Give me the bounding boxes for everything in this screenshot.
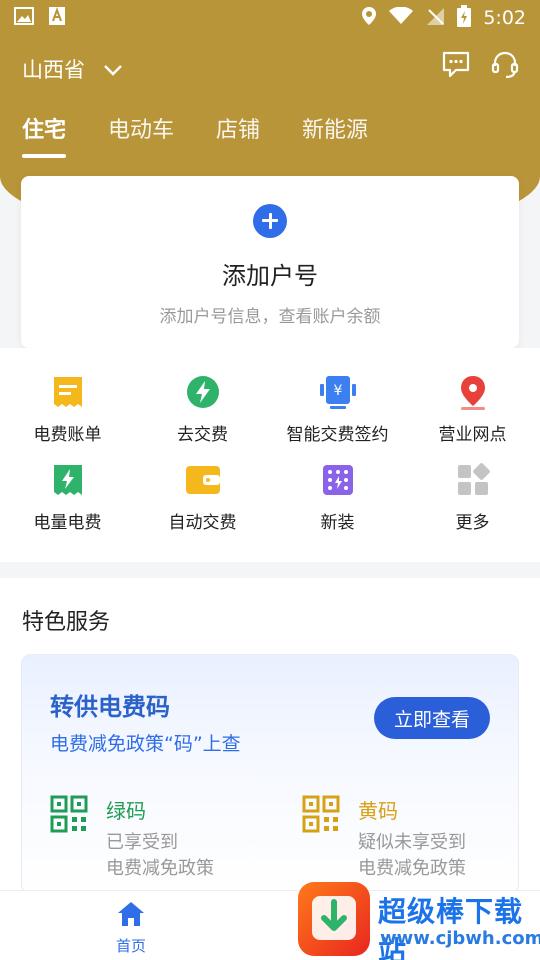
grid-item-more[interactable]: 更多 bbox=[405, 456, 540, 544]
yellow-code-desc-1: 疑似未享受到 bbox=[358, 832, 466, 853]
power-code-subtitle: 电费减免政策“码”上查 bbox=[50, 733, 241, 755]
status-time: 5:02 bbox=[483, 7, 526, 29]
add-account-subtitle: 添加户号信息，查看账户余额 bbox=[159, 307, 381, 327]
special-services-section: 特色服务 转供电费码 电费减免政策“码”上查 立即查看 绿码 已享受到 电费减免… bbox=[0, 578, 540, 898]
grid-label-autopay: 自动交费 bbox=[168, 513, 237, 533]
watermark-url: www.cjbwh.com bbox=[380, 928, 540, 949]
add-account-card[interactable]: 添加户号 添加户号信息，查看账户余额 bbox=[21, 176, 519, 348]
meter-icon bbox=[320, 462, 356, 498]
category-tabs: 住宅 电动车 店铺 新能源 bbox=[22, 112, 368, 158]
grid-item-usage[interactable]: 电量电费 bbox=[0, 456, 135, 544]
power-code-card[interactable]: 转供电费码 电费减免政策“码”上查 立即查看 绿码 已享受到 电费减免政策 黄码… bbox=[21, 654, 519, 894]
electricity-icon bbox=[50, 462, 86, 498]
battery-icon bbox=[457, 5, 472, 31]
tab-shop[interactable]: 店铺 bbox=[216, 112, 260, 156]
yellow-code-name: 黄码 bbox=[358, 799, 398, 823]
special-services-title: 特色服务 bbox=[22, 610, 111, 635]
service-grid: 电费账单 去交费 ¥ 智能交费签约 营业网点 电量电费 自动交费 新装 更多 bbox=[0, 368, 540, 558]
svg-text:¥: ¥ bbox=[333, 383, 342, 399]
nav-home-label: 首页 bbox=[116, 937, 147, 955]
view-now-button[interactable]: 立即查看 bbox=[374, 697, 490, 739]
location-pin-icon bbox=[455, 374, 491, 410]
more-icon bbox=[455, 462, 491, 498]
province-selector[interactable]: 山西省 bbox=[22, 54, 123, 84]
grid-item-new-install[interactable]: 新装 bbox=[270, 456, 405, 544]
power-code-title: 转供电费码 bbox=[50, 693, 170, 721]
home-icon bbox=[117, 901, 145, 931]
grid-item-pay[interactable]: 去交费 bbox=[135, 368, 270, 456]
grid-item-outlets[interactable]: 营业网点 bbox=[405, 368, 540, 456]
message-icon[interactable] bbox=[442, 50, 470, 84]
no-signal-icon bbox=[425, 6, 445, 30]
grid-item-bill[interactable]: 电费账单 bbox=[0, 368, 135, 456]
tab-residential[interactable]: 住宅 bbox=[22, 112, 67, 158]
location-icon bbox=[361, 6, 377, 30]
add-account-title: 添加户号 bbox=[222, 262, 318, 290]
font-icon bbox=[48, 6, 66, 30]
add-plus-icon bbox=[253, 204, 287, 238]
grid-item-autopay[interactable]: 自动交费 bbox=[135, 456, 270, 544]
top-bar: 山西省 bbox=[0, 44, 540, 92]
bill-icon bbox=[50, 374, 86, 410]
grid-label-smart-pay: 智能交费签约 bbox=[286, 425, 389, 445]
watermark-logo-icon bbox=[298, 882, 370, 956]
grid-label-more: 更多 bbox=[455, 513, 490, 533]
lightning-pay-icon bbox=[185, 374, 221, 410]
wallet-icon bbox=[185, 462, 221, 498]
watermark-text: 超级棒下载站 bbox=[378, 895, 524, 960]
yellow-qr-icon bbox=[302, 795, 340, 882]
grid-label-usage: 电量电费 bbox=[33, 513, 102, 533]
green-code-name: 绿码 bbox=[106, 799, 146, 823]
green-code-desc-2: 电费减免政策 bbox=[106, 858, 214, 879]
yellow-code-item[interactable]: 黄码 疑似未享受到 电费减免政策 bbox=[302, 795, 466, 882]
wifi-icon bbox=[389, 6, 414, 29]
tab-new-energy[interactable]: 新能源 bbox=[302, 112, 368, 156]
customer-service-icon[interactable] bbox=[490, 50, 520, 84]
watermark: 超级棒下载站 www.cjbwh.com bbox=[298, 880, 540, 960]
grid-label-new-install: 新装 bbox=[320, 513, 355, 533]
green-code-item[interactable]: 绿码 已享受到 电费减免政策 bbox=[50, 795, 214, 882]
green-code-desc-1: 已享受到 bbox=[106, 832, 178, 853]
nav-home[interactable]: 首页 bbox=[116, 901, 146, 956]
chevron-down-icon bbox=[93, 57, 123, 81]
gallery-icon bbox=[14, 7, 34, 29]
grid-label-bill: 电费账单 bbox=[33, 425, 102, 445]
smart-pay-icon: ¥ bbox=[319, 374, 356, 410]
status-bar: 5:02 bbox=[0, 0, 540, 36]
grid-label-pay: 去交费 bbox=[177, 425, 228, 445]
green-qr-icon bbox=[50, 795, 88, 882]
province-label: 山西省 bbox=[22, 58, 85, 82]
yellow-code-desc-2: 电费减免政策 bbox=[358, 858, 466, 879]
tab-electric-vehicle[interactable]: 电动车 bbox=[108, 112, 174, 156]
grid-label-outlets: 营业网点 bbox=[438, 425, 507, 445]
grid-item-smart-pay[interactable]: ¥ 智能交费签约 bbox=[270, 368, 405, 456]
